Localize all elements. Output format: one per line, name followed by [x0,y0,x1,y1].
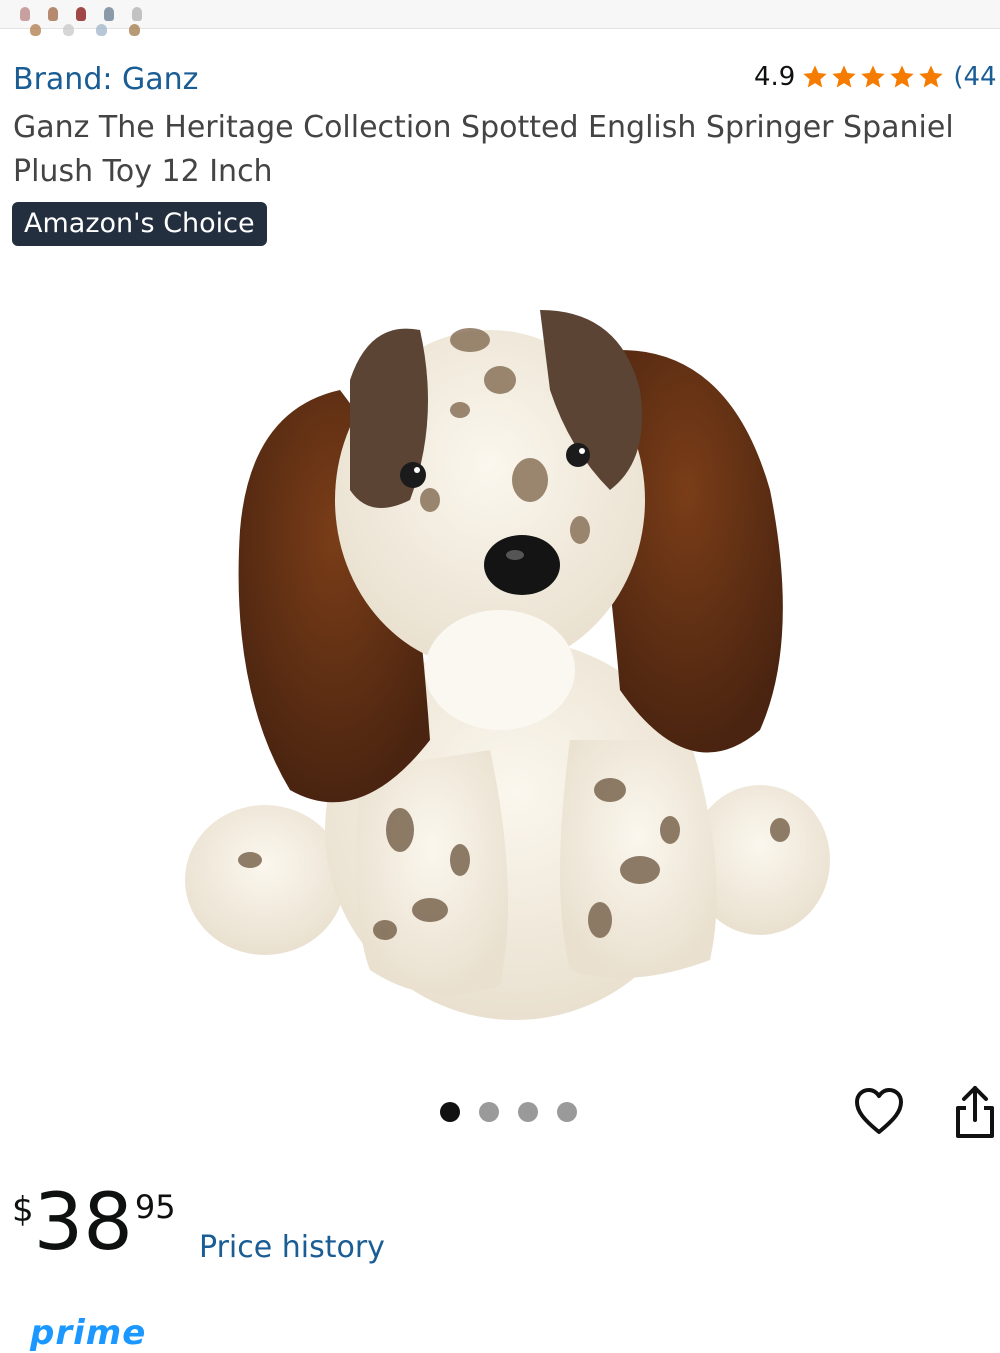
share-icon[interactable] [950,1084,1000,1142]
left-back-paw [185,805,345,955]
price-currency-symbol: $ [12,1190,34,1230]
price-fraction: 95 [134,1188,176,1226]
springer-spaniel-plush-photo[interactable] [170,270,850,1030]
review-count-link[interactable]: (44 [953,62,996,92]
left-eye [400,462,426,488]
prime-logo: prime [30,1313,147,1353]
mini-thumbnail [104,7,114,21]
heart-icon[interactable] [853,1086,905,1138]
variant-icon [96,24,107,36]
carousel-dot[interactable] [518,1102,538,1122]
variant-icon [129,24,140,36]
star-icon [832,65,857,88]
rating-score: 4.9 [754,62,796,92]
variant-icon [63,24,74,36]
price-display: $ 38 95 [12,1182,176,1264]
carousel-dot[interactable] [557,1102,577,1122]
right-eye [566,443,590,467]
product-title[interactable]: Ganz The Heritage Collection Spotted Eng… [13,106,973,194]
carousel-dot[interactable] [440,1102,460,1122]
price-history-link[interactable]: Price history [199,1230,385,1265]
dog-nose [484,535,560,595]
brand-link[interactable]: Brand: Ganz [13,62,198,97]
carousel-dot[interactable] [479,1102,499,1122]
dog-chest [425,610,575,730]
mini-thumbnail [20,7,30,21]
star-icon [890,65,915,88]
star-icon [919,65,944,88]
star-icon [861,65,886,88]
mini-thumbnail [48,7,58,21]
mini-thumbnail [76,7,86,21]
image-carousel-indicator[interactable] [440,1102,577,1122]
mini-thumbnail [132,7,142,21]
rating-summary[interactable]: 4.9 (44 [754,62,997,92]
variant-icon [30,24,41,36]
color-variant-icons [30,24,140,36]
rating-stars [801,63,945,91]
price-whole: 38 [33,1178,133,1268]
amazons-choice-badge[interactable]: Amazon's Choice [12,202,267,246]
star-icon [803,65,828,88]
previous-item-strip [0,0,1000,29]
